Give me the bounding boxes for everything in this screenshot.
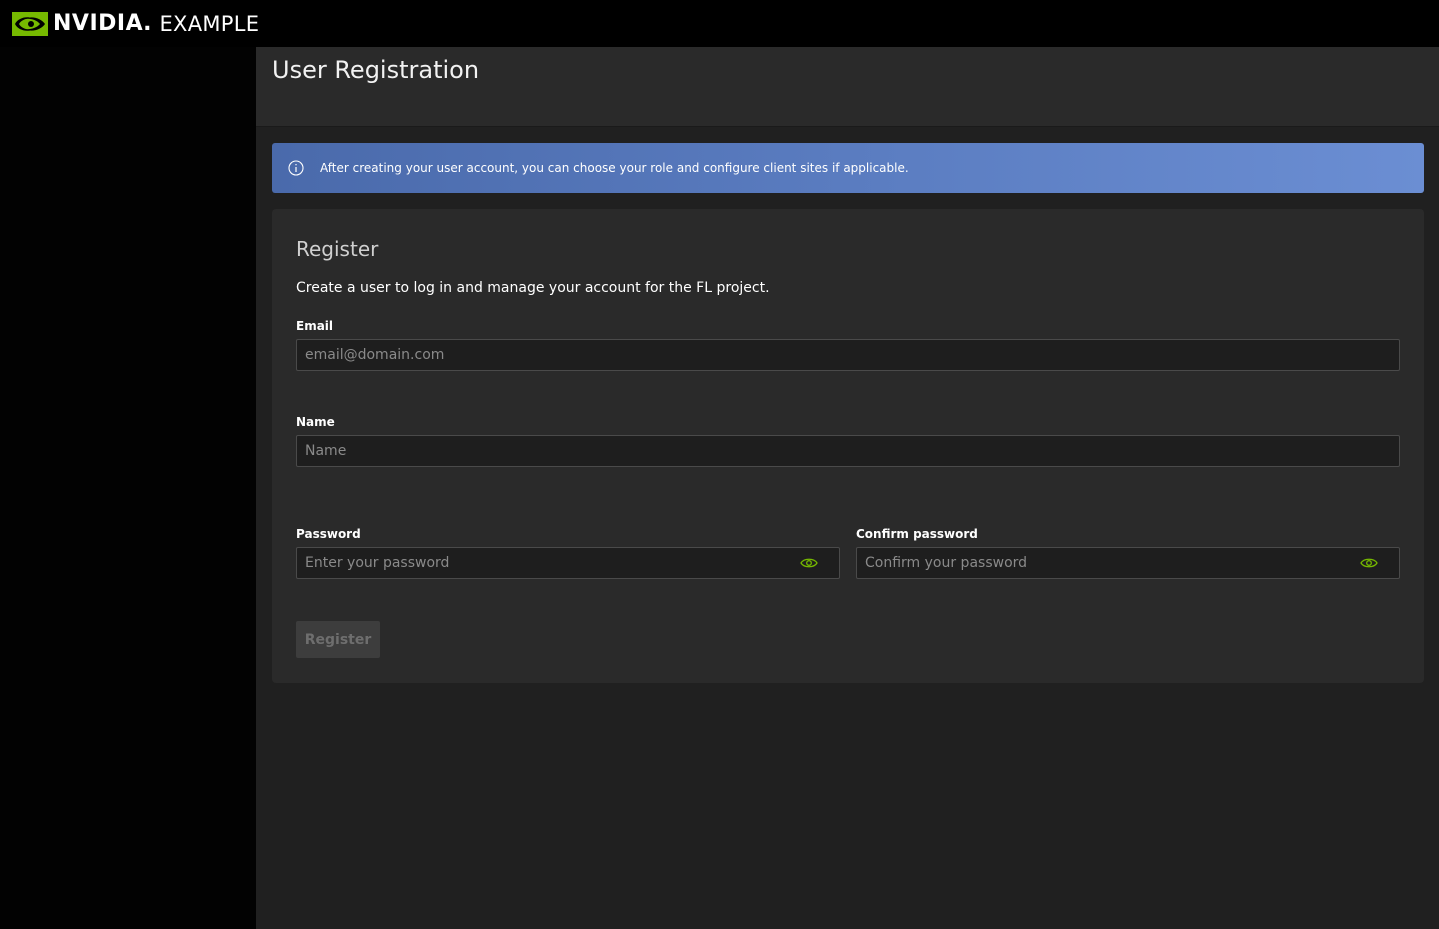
eye-icon[interactable] — [1360, 556, 1378, 570]
card-description: Create a user to log in and manage your … — [296, 280, 770, 296]
password-input[interactable] — [296, 547, 840, 579]
confirm-password-input-wrapper — [856, 547, 1400, 579]
info-banner-text: After creating your user account, you ca… — [320, 161, 909, 175]
top-bar: NVIDIA. EXAMPLE — [0, 0, 1439, 47]
register-card: Register Create a user to log in and man… — [272, 209, 1424, 683]
name-field-group: Name — [296, 415, 1400, 467]
eye-icon[interactable] — [800, 556, 818, 570]
password-row: Password Confirm password — [296, 527, 1400, 579]
name-input[interactable] — [296, 435, 1400, 467]
register-button[interactable]: Register — [296, 621, 380, 658]
main-content: User Registration After creating your us… — [256, 47, 1439, 929]
confirm-password-field-group: Confirm password — [856, 527, 1400, 579]
info-banner: After creating your user account, you ca… — [272, 143, 1424, 193]
app-name: EXAMPLE — [159, 11, 260, 36]
page-header: User Registration — [256, 47, 1439, 127]
page-title: User Registration — [272, 56, 480, 85]
confirm-password-input[interactable] — [856, 547, 1400, 579]
email-label: Email — [296, 319, 334, 333]
info-icon — [288, 160, 304, 176]
sidebar — [0, 47, 256, 929]
password-label: Password — [296, 527, 361, 541]
password-input-wrapper — [296, 547, 840, 579]
brand-dot: . — [143, 11, 152, 36]
email-field-group: Email — [296, 319, 1400, 371]
name-label: Name — [296, 415, 335, 429]
confirm-password-label: Confirm password — [856, 527, 978, 541]
email-input[interactable] — [296, 339, 1400, 371]
brand-name: NVIDIA — [53, 11, 144, 36]
card-title: Register — [296, 237, 379, 261]
nvidia-logo-icon — [12, 11, 48, 36]
password-field-group: Password — [296, 527, 840, 579]
